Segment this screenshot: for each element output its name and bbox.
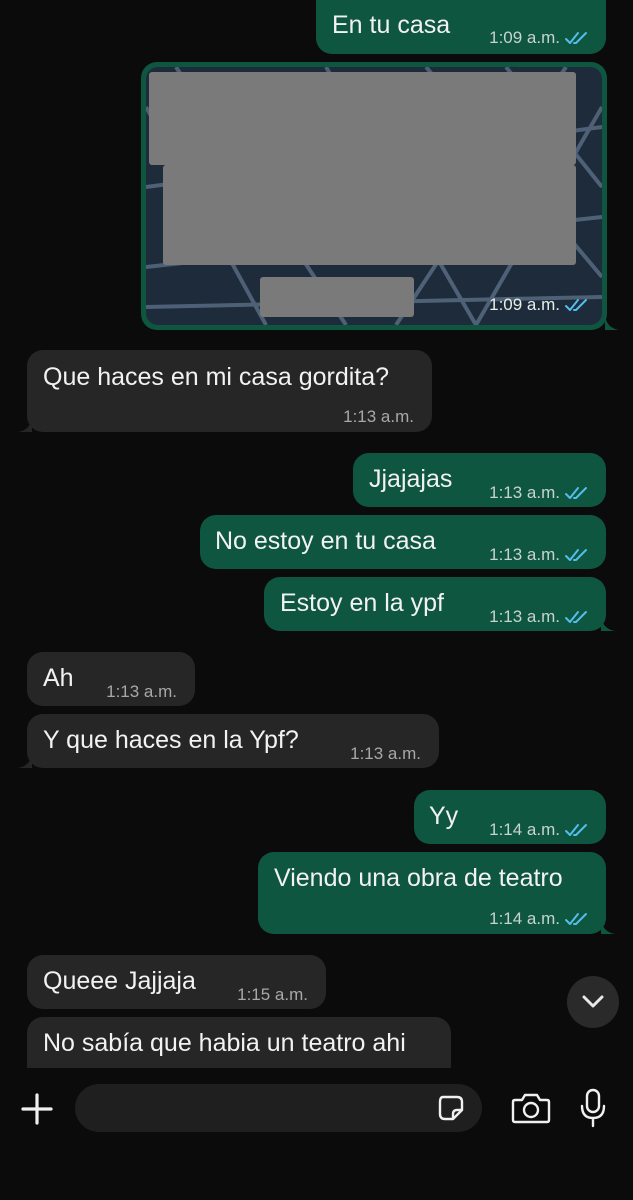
scroll-to-bottom-button[interactable] <box>567 976 619 1028</box>
message-time: 1:09 a.m. <box>489 28 560 47</box>
message-incoming[interactable]: Y que haces en la Ypf? 1:13 a.m. <box>18 714 439 768</box>
message-time: 1:13 a.m. <box>489 545 560 564</box>
read-ticks-icon <box>565 299 587 311</box>
bubble-tail <box>601 617 615 631</box>
redacted-block <box>260 277 414 317</box>
read-ticks-icon <box>565 549 587 561</box>
sticker-icon <box>438 1095 464 1121</box>
bubble-tail <box>605 316 619 330</box>
message-outgoing[interactable]: Jjajajas 1:13 a.m. <box>353 453 606 507</box>
redacted-block <box>149 72 576 165</box>
message-text: Que haces en mi casa gordita? <box>43 363 390 391</box>
camera-button[interactable] <box>510 1088 552 1128</box>
read-ticks-icon <box>565 913 587 925</box>
message-text: Queee Jajjaja <box>43 967 196 995</box>
message-time: 1:14 a.m. <box>489 820 560 839</box>
message-text: Jjajajas <box>369 465 453 493</box>
message-outgoing[interactable]: Viendo una obra de teatro 1:14 a.m. <box>258 852 615 934</box>
message-time: 1:13 a.m. <box>489 483 560 502</box>
bubble-tail <box>601 920 615 934</box>
message-text: Viendo una obra de teatro <box>274 864 563 892</box>
message-time: 1:13 a.m. <box>350 744 421 763</box>
bubble-tail <box>18 418 32 432</box>
plus-icon <box>21 1093 53 1125</box>
message-outgoing[interactable]: Estoy en la ypf 1:13 a.m. <box>264 577 615 632</box>
chevron-down-icon <box>582 995 604 1008</box>
message-incoming[interactable]: No sabía que habia un teatro ahi <box>27 1017 451 1068</box>
read-ticks-icon <box>565 824 587 836</box>
message-text: En tu casa <box>332 11 451 39</box>
message-text: No estoy en tu casa <box>215 527 436 555</box>
message-outgoing[interactable]: En tu casa 1:09 a.m. <box>316 0 606 54</box>
sticker-button[interactable] <box>436 1093 466 1123</box>
bubble-tail <box>18 754 32 768</box>
camera-icon <box>511 1093 551 1124</box>
message-meta: 1:14 a.m. <box>489 904 590 934</box>
read-ticks-icon <box>565 611 587 623</box>
read-ticks-icon <box>565 32 587 44</box>
attach-button[interactable] <box>18 1090 56 1128</box>
message-text: Estoy en la ypf <box>280 589 444 617</box>
message-input[interactable] <box>75 1084 482 1132</box>
message-outgoing[interactable]: No estoy en tu casa 1:13 a.m. <box>200 515 606 569</box>
redacted-block <box>163 165 576 265</box>
message-meta: 1:13 a.m. <box>489 540 590 570</box>
message-incoming[interactable]: Que haces en mi casa gordita? 1:13 a.m. <box>18 350 432 432</box>
message-meta: 1:13 a.m. <box>489 478 590 508</box>
message-meta: 1:13 a.m. <box>489 602 590 632</box>
message-time: 1:13 a.m. <box>489 607 560 626</box>
composer-bar <box>0 1068 633 1200</box>
message-time: 1:15 a.m. <box>237 985 308 1004</box>
chat-area[interactable]: En tu casa 1:09 a.m. 1:09 a.m. Que haces… <box>0 0 633 1068</box>
message-meta: 1:09 a.m. <box>489 23 590 53</box>
microphone-icon <box>580 1088 606 1128</box>
message-text: Yy <box>429 802 459 830</box>
message-incoming[interactable]: Queee Jajjaja 1:15 a.m. <box>27 955 326 1009</box>
voice-message-button[interactable] <box>578 1086 608 1130</box>
message-time: 1:13 a.m. <box>106 682 177 701</box>
read-ticks-icon <box>565 487 587 499</box>
message-text: Ah <box>43 664 74 692</box>
message-meta: 1:14 a.m. <box>489 815 590 845</box>
message-time: 1:14 a.m. <box>489 909 560 928</box>
message-text: Y que haces en la Ypf? <box>43 726 299 754</box>
message-text: No sabía que habia un teatro ahi <box>43 1029 406 1057</box>
message-outgoing[interactable]: Yy 1:14 a.m. <box>414 790 606 844</box>
message-meta: 1:09 a.m. <box>489 295 590 315</box>
location-message[interactable]: 1:09 a.m. <box>141 62 607 330</box>
message-time: 1:09 a.m. <box>489 295 560 314</box>
map-preview[interactable]: 1:09 a.m. <box>146 67 602 325</box>
message-incoming[interactable]: Ah 1:13 a.m. <box>27 652 195 706</box>
message-time: 1:13 a.m. <box>343 407 414 426</box>
